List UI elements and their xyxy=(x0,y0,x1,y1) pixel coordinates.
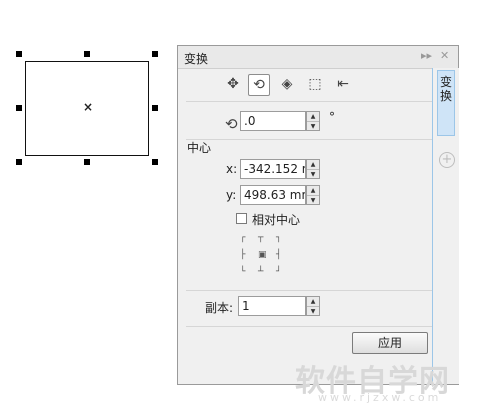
spin-down-icon[interactable]: ▼ xyxy=(307,196,319,205)
center-y-label: y: xyxy=(226,188,237,202)
handle-bottom-right[interactable] xyxy=(152,159,158,165)
center-y-spinner[interactable]: ▲ ▼ xyxy=(306,185,320,205)
anchor-middle-left-icon[interactable]: ├ xyxy=(240,251,245,260)
center-x-spinner[interactable]: ▲ ▼ xyxy=(306,159,320,179)
handle-bottom-middle[interactable] xyxy=(84,159,90,165)
handle-middle-right[interactable] xyxy=(152,105,158,111)
size-mode-icon[interactable]: ⬚ xyxy=(304,74,326,96)
spin-up-icon[interactable]: ▲ xyxy=(307,186,319,196)
relative-center-checkbox[interactable] xyxy=(236,213,247,224)
watermark-url: www.rjzxw.com xyxy=(318,391,442,404)
close-icon[interactable]: ✕ xyxy=(440,49,449,62)
divider xyxy=(186,139,432,140)
add-docker-icon[interactable]: + xyxy=(439,152,455,168)
rotate-mode-icon[interactable]: ⟲ xyxy=(248,74,270,96)
spin-down-icon[interactable]: ▼ xyxy=(307,122,319,131)
center-heading: 中心 xyxy=(187,141,212,155)
side-tab-label: 变换 xyxy=(440,75,453,103)
divider xyxy=(186,326,432,327)
copies-spinner[interactable]: ▲ ▼ xyxy=(306,296,320,316)
docker-tab-strip: 变换 + xyxy=(432,68,459,384)
spin-up-icon[interactable]: ▲ xyxy=(307,160,319,170)
docker-title: 变换 xyxy=(184,52,209,66)
center-x-input[interactable]: -342.152 mm xyxy=(240,159,306,179)
scale-mirror-mode-icon[interactable]: ◈ xyxy=(276,74,298,96)
copies-input[interactable]: 1 xyxy=(238,296,306,316)
position-mode-icon[interactable]: ✥ xyxy=(222,74,244,96)
side-tab-transform[interactable]: 变换 xyxy=(437,70,455,136)
divider xyxy=(186,101,432,102)
anchor-top-center-icon[interactable]: ┬ xyxy=(258,234,263,243)
rotation-angle-input[interactable]: .0 xyxy=(240,111,306,131)
anchor-top-left-icon[interactable]: ┌ xyxy=(240,234,245,243)
spin-up-icon[interactable]: ▲ xyxy=(307,112,319,122)
rotation-angle-spinner[interactable]: ▲ ▼ xyxy=(306,111,320,131)
anchor-middle-right-icon[interactable]: ┤ xyxy=(276,251,281,260)
anchor-top-right-icon[interactable]: ┐ xyxy=(276,234,281,243)
anchor-bottom-left-icon[interactable]: └ xyxy=(240,268,245,277)
degree-unit: ° xyxy=(329,110,335,124)
relative-center-label: 相对中心 xyxy=(252,213,301,227)
divider xyxy=(186,290,432,291)
handle-top-right[interactable] xyxy=(152,51,158,57)
center-marker-icon: × xyxy=(83,100,94,114)
spin-up-icon[interactable]: ▲ xyxy=(307,297,319,307)
anchor-bottom-right-icon[interactable]: ┘ xyxy=(276,268,281,277)
handle-top-middle[interactable] xyxy=(84,51,90,57)
expand-icon[interactable]: ▸▸ xyxy=(421,49,432,62)
rotation-angle-icon: ⟲ xyxy=(225,115,238,133)
anchor-center-icon[interactable]: ▣ xyxy=(258,251,267,260)
transform-docker: 变换 ▸▸ ✕ ✥ ⟲ ◈ ⬚ ⇤ ⟲ .0 ▲ ▼ ° 中心 x: -342.… xyxy=(177,45,459,385)
docker-content: ✥ ⟲ ◈ ⬚ ⇤ ⟲ .0 ▲ ▼ ° 中心 x: -342.152 mm ▲… xyxy=(182,70,432,382)
apply-button[interactable]: 应用 xyxy=(352,332,428,354)
center-y-input[interactable]: 498.63 mm xyxy=(240,185,306,205)
center-x-label: x: xyxy=(226,162,238,176)
skew-mode-icon[interactable]: ⇤ xyxy=(332,74,354,96)
handle-top-left[interactable] xyxy=(16,51,22,57)
anchor-bottom-center-icon[interactable]: ┴ xyxy=(258,268,263,277)
handle-bottom-left[interactable] xyxy=(16,159,22,165)
copies-label: 副本: xyxy=(205,301,234,315)
docker-titlebar: 变换 ▸▸ ✕ xyxy=(178,46,458,69)
spin-down-icon[interactable]: ▼ xyxy=(307,170,319,179)
spin-down-icon[interactable]: ▼ xyxy=(307,307,319,316)
handle-middle-left[interactable] xyxy=(16,105,22,111)
